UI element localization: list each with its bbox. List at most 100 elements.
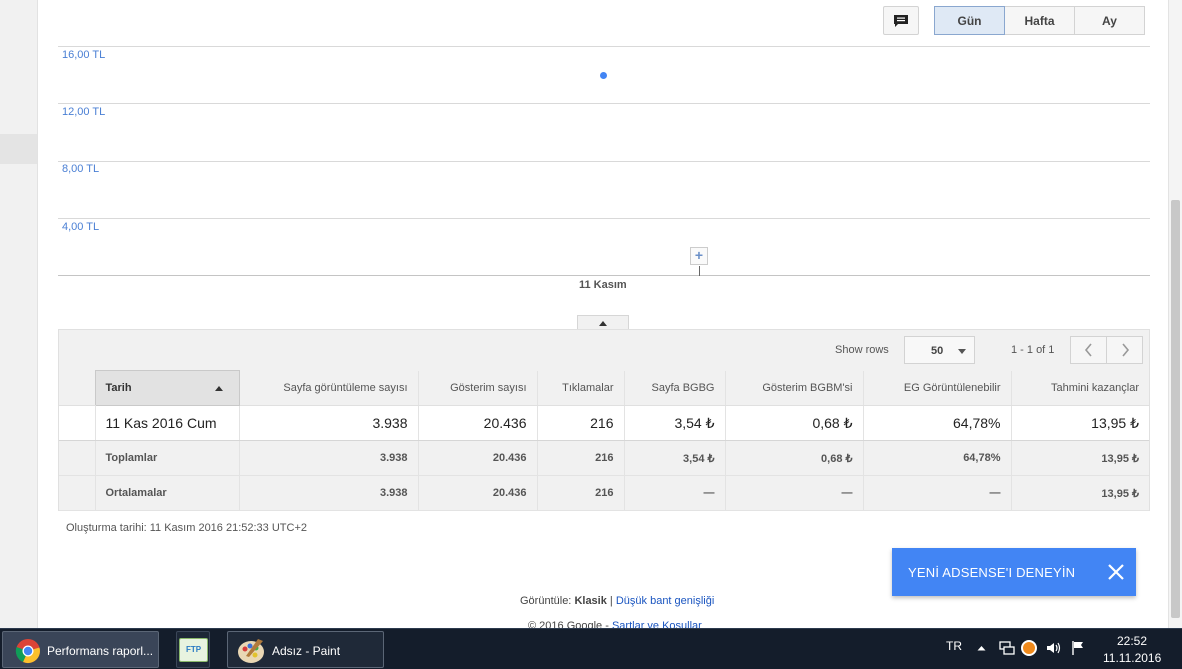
gridline (58, 46, 1150, 47)
cell-date: 11 Kas 2016 Cum (94, 405, 239, 441)
avg-estimated-earnings: 13,95 ₺ (1010, 475, 1149, 511)
column-header-impression-rpm[interactable]: Gösterim BGBM'si (724, 370, 863, 406)
averages-row: Ortalamalar 3.938 20.436 216 — — — 13,95… (59, 475, 1149, 511)
sort-ascending-icon (214, 386, 223, 391)
row-select-header (59, 370, 95, 406)
total-estimated-earnings: 13,95 ₺ (1010, 440, 1149, 476)
period-toggle: Gün Hafta Ay (934, 6, 1145, 35)
cell-impressions: 20.436 (417, 405, 537, 441)
total-impressions: 20.436 (417, 440, 537, 476)
total-clicks: 216 (536, 440, 624, 476)
clock-date[interactable]: 11.11.2016 (1103, 651, 1161, 665)
period-month-button[interactable]: Ay (1074, 6, 1145, 35)
table-header-row: Tarih Sayfa görüntüleme sayısı Gösterim … (59, 370, 1149, 406)
avg-impressions: 20.436 (417, 475, 537, 511)
column-header-date[interactable]: Tarih (94, 370, 240, 406)
try-new-adsense-link[interactable]: YENİ ADSENSE'I DENEYİN (908, 565, 1075, 580)
column-header-estimated-earnings[interactable]: Tahmini kazançlar (1010, 370, 1149, 406)
avg-page-views: 3.938 (238, 475, 418, 511)
taskbar-paint-title: Adsız - Paint (272, 644, 341, 658)
input-language-indicator[interactable]: TR (946, 639, 962, 653)
totals-label: Toplamlar (94, 440, 239, 476)
gridline (58, 218, 1150, 219)
pagination-info: 1 - 1 of 1 (1011, 344, 1055, 356)
left-gutter (0, 0, 38, 628)
row-select-cell (59, 405, 95, 441)
paint-palette-icon (238, 639, 264, 663)
row-select-cell (59, 475, 95, 511)
row-select-cell (59, 440, 95, 476)
chevron-right-icon (1121, 343, 1129, 357)
next-page-button[interactable] (1106, 336, 1143, 364)
previous-page-button[interactable] (1070, 336, 1107, 364)
gridline (58, 161, 1150, 162)
taskbar-chrome-window[interactable]: Performans raporl... (2, 631, 159, 668)
rows-per-page-select[interactable]: 50 (904, 336, 975, 364)
y-tick-label: 12,00 TL (62, 106, 106, 118)
close-icon (1108, 564, 1124, 580)
show-hidden-icons-icon[interactable] (977, 645, 986, 651)
scrollbar-thumb[interactable] (1171, 200, 1180, 618)
cell-page-views: 3.938 (238, 405, 418, 441)
total-page-rpm: 3,54 ₺ (623, 440, 725, 476)
column-header-page-rpm[interactable]: Sayfa BGBG (623, 370, 725, 406)
low-bandwidth-link[interactable]: Düşük bant genişliği (616, 595, 714, 607)
volume-icon[interactable] (1046, 641, 1062, 655)
column-header-viewability[interactable]: EG Görüntülenebilir (862, 370, 1011, 406)
taskbar-cuteftp[interactable]: FTP (176, 631, 210, 668)
cell-estimated-earnings: 13,95 ₺ (1010, 405, 1149, 441)
chevron-down-icon (958, 349, 966, 354)
action-center-flag-icon[interactable] (1071, 640, 1085, 656)
vertical-scrollbar[interactable] (1168, 0, 1182, 628)
table-row: 11 Kas 2016 Cum 3.938 20.436 216 3,54 ₺ … (59, 405, 1149, 441)
y-tick-label: 16,00 TL (62, 49, 106, 61)
column-header-date-label: Tarih (105, 382, 132, 394)
column-header-impressions[interactable]: Gösterim sayısı (417, 370, 537, 406)
view-mode-line: Görüntüle: Klasik | Düşük bant genişliği (520, 595, 714, 607)
cuteftp-label: FTP (185, 645, 202, 654)
totals-row: Toplamlar 3.938 20.436 216 3,54 ₺ 0,68 ₺… (59, 440, 1149, 476)
show-rows-label: Show rows (835, 344, 889, 356)
earnings-chart: 16,00 TL 12,00 TL 8,00 TL 4,00 TL + 11 K… (58, 45, 1150, 295)
table-toolbar: Show rows 50 1 - 1 of 1 (59, 330, 1149, 370)
total-viewability: 64,78% (862, 440, 1011, 476)
comment-icon (894, 14, 908, 27)
taskbar-paint-window[interactable]: Adsız - Paint (227, 631, 384, 668)
cell-clicks: 216 (536, 405, 624, 441)
taskbar-chrome-title: Performans raporl... (47, 644, 154, 658)
annotation-marker-stem (699, 266, 700, 276)
report-table: Tarih Sayfa görüntüleme sayısı Gösterim … (59, 370, 1149, 511)
cuteftp-icon: FTP (179, 638, 208, 662)
period-week-button[interactable]: Hafta (1004, 6, 1075, 35)
collapse-up-icon (599, 320, 607, 326)
report-created-timestamp: Oluşturma tarihi: 11 Kasım 2016 21:52:33… (66, 522, 308, 534)
gridline (58, 103, 1150, 104)
view-mode-separator: | (609, 595, 613, 607)
add-annotation-button[interactable]: + (690, 247, 708, 265)
annotations-button[interactable] (883, 6, 919, 35)
left-gutter-selected-item[interactable] (0, 134, 37, 164)
view-mode-current: Klasik (574, 595, 607, 607)
clock-time[interactable]: 22:52 (1117, 634, 1147, 648)
y-tick-label: 4,00 TL (62, 221, 100, 233)
column-header-page-views[interactable]: Sayfa görüntüleme sayısı (238, 370, 418, 406)
avg-viewability: — (862, 475, 1011, 511)
new-adsense-banner: YENİ ADSENSE'I DENEYİN (892, 548, 1136, 596)
avg-page-rpm: — (623, 475, 725, 511)
network-icon[interactable] (999, 641, 1015, 655)
x-axis-line (58, 275, 1150, 276)
windows-taskbar: Performans raporl... FTP Adsız - Paint T… (0, 628, 1182, 669)
y-tick-label: 8,00 TL (62, 163, 100, 175)
chrome-icon (15, 639, 40, 664)
data-point[interactable] (599, 71, 607, 79)
chevron-left-icon (1084, 343, 1092, 357)
x-tick-label: 11 Kasım (579, 279, 627, 291)
avast-icon[interactable] (1021, 640, 1037, 656)
averages-label: Ortalamalar (94, 475, 239, 511)
avg-impression-rpm: — (724, 475, 863, 511)
period-day-button[interactable]: Gün (934, 6, 1005, 35)
collapse-chart-button[interactable] (577, 315, 629, 330)
cell-viewability: 64,78% (862, 405, 1011, 441)
close-banner-button[interactable] (1106, 562, 1126, 582)
column-header-clicks[interactable]: Tıklamalar (536, 370, 624, 406)
